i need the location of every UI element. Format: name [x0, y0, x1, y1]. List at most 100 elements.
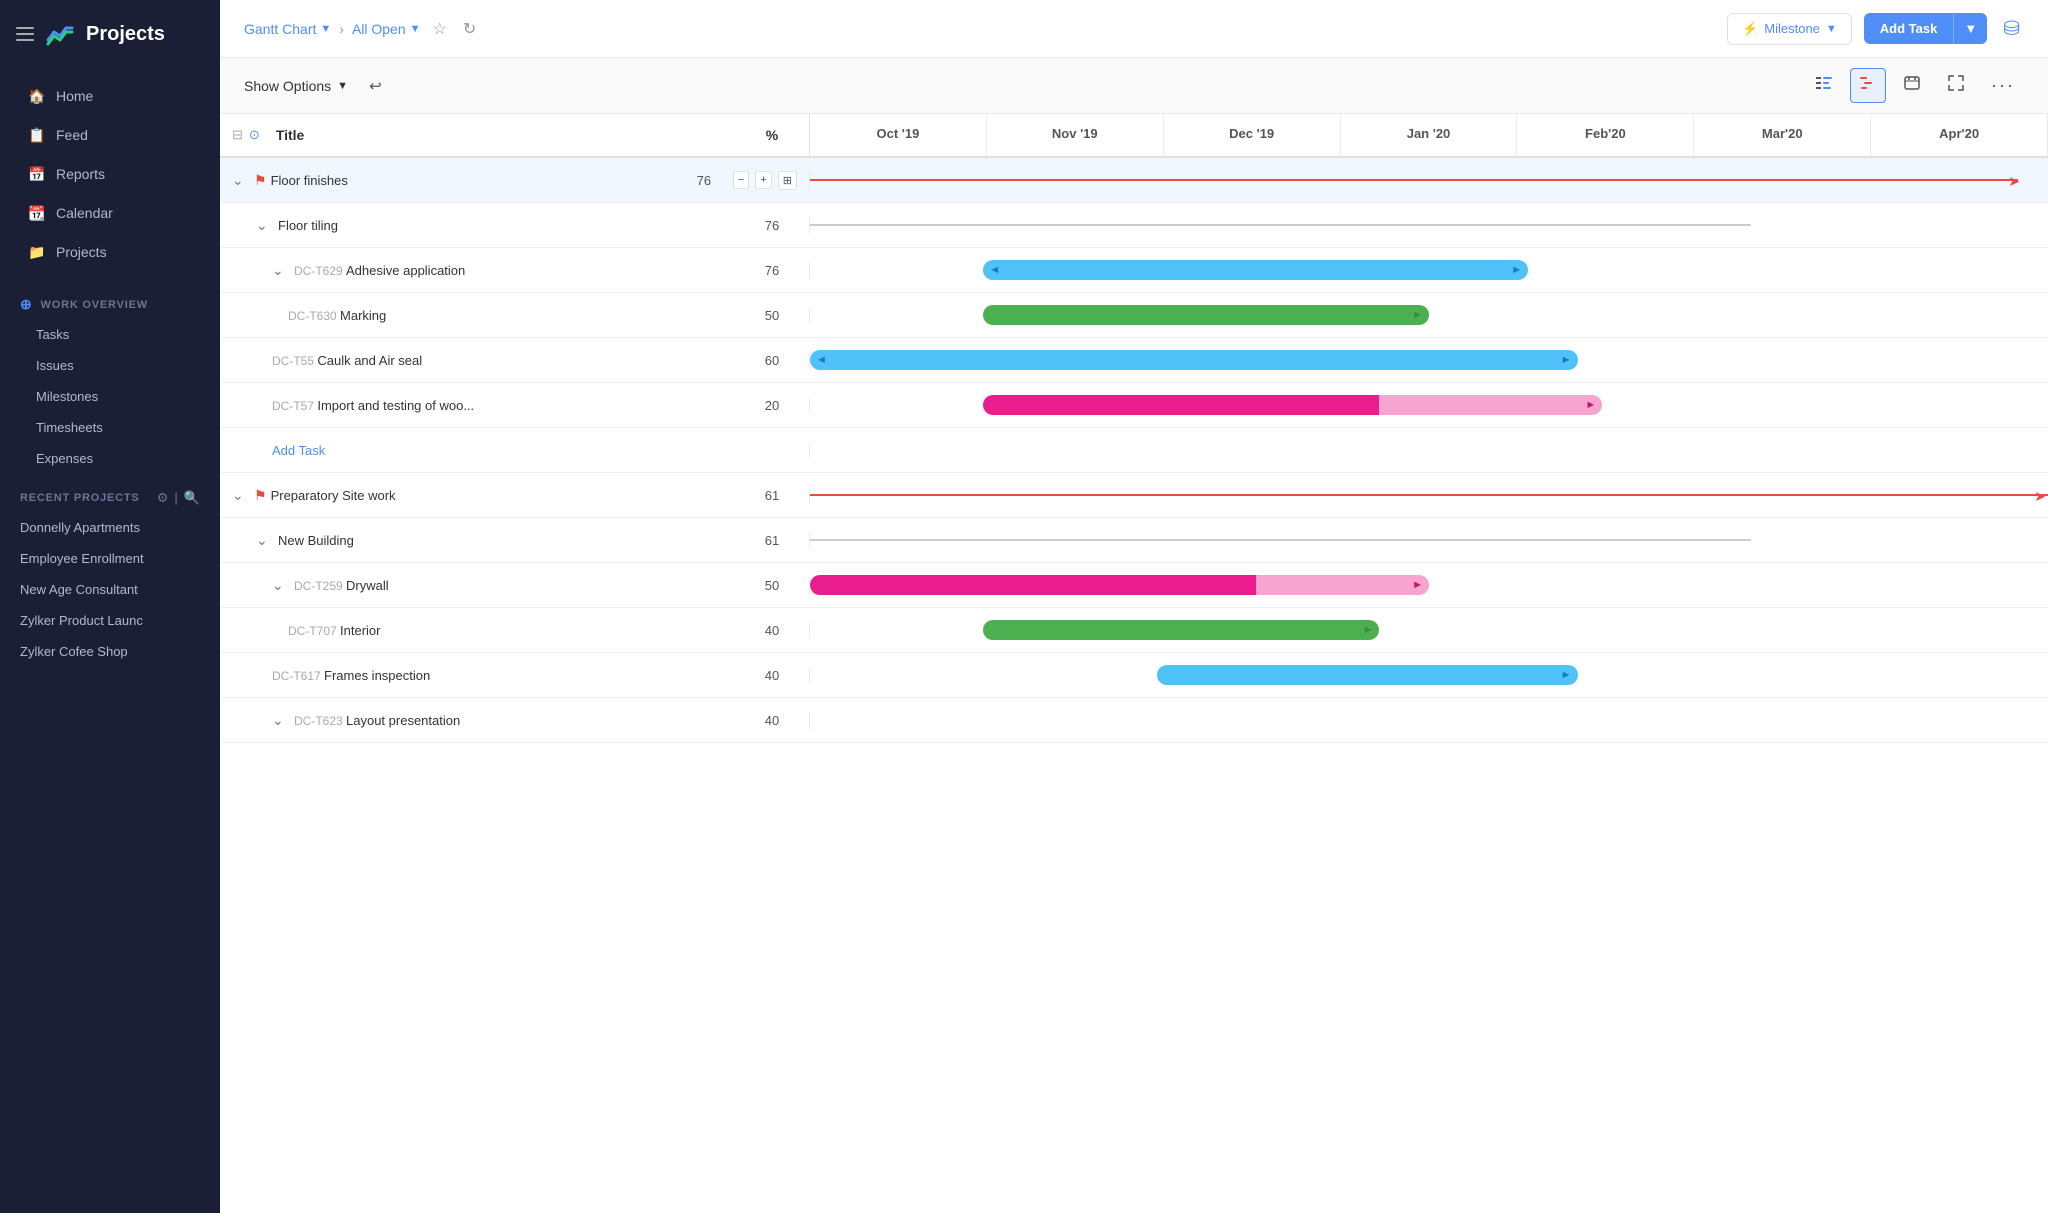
row-chart-dc-t259: ►	[810, 563, 2048, 607]
table-row-add-task[interactable]: Add Task	[220, 428, 2048, 473]
project-item-newage[interactable]: New Age Consultant	[0, 574, 220, 605]
work-overview-section: ⊕ WORK OVERVIEW	[0, 280, 220, 319]
topbar-right: ⚡ Milestone ▼ Add Task ▼ ⛁	[1727, 12, 2024, 45]
row-pct-dc-t259: 50	[747, 578, 797, 593]
sort-icon[interactable]: ⊙	[249, 127, 260, 143]
breadcrumb-allopen[interactable]: All Open ▼	[352, 21, 421, 37]
expand-icon[interactable]: ⌄	[272, 712, 290, 729]
table-row[interactable]: DC-T707 Interior 40 ►	[220, 608, 2048, 653]
row-title-prep-site: Preparatory Site work	[271, 488, 743, 503]
expand-all-icon[interactable]: ⊟	[232, 127, 243, 143]
table-row[interactable]: ⌄ DC-T623 Layout presentation 40	[220, 698, 2048, 743]
project-item-zylker-product[interactable]: Zylker Product Launc	[0, 605, 220, 636]
table-row[interactable]: DC-T57 Import and testing of woo... 20 ►	[220, 383, 2048, 428]
row-expand-btn[interactable]: ⊞	[778, 171, 797, 190]
expand-icon[interactable]: ⌄	[272, 262, 290, 279]
undo-button[interactable]: ↩	[360, 71, 391, 101]
row-left-add-task-1: Add Task	[220, 443, 810, 458]
row-pct-floor-tiling: 76	[747, 218, 797, 233]
milestone-label: Milestone	[1764, 21, 1820, 36]
expand-icon[interactable]: ⌄	[256, 217, 274, 234]
breadcrumb-separator: ›	[339, 21, 344, 37]
row-plus-btn[interactable]: +	[755, 171, 771, 189]
table-row[interactable]: ⌄ DC-T629 Adhesive application 76 ◄ ►	[220, 248, 2048, 293]
row-chart-new-building	[810, 518, 2048, 562]
topbar-left: Gantt Chart ▼ › All Open ▼ ☆ ↻	[244, 15, 480, 43]
hamburger-icon[interactable]	[16, 27, 34, 41]
dropdown-icon[interactable]: ▼	[410, 23, 421, 35]
filter-icon[interactable]: ⚙	[157, 490, 169, 506]
table-row[interactable]: ⌄ DC-T259 Drywall 50 ►	[220, 563, 2048, 608]
row-minus-btn[interactable]: −	[733, 171, 749, 189]
row-pct-dc-t55: 60	[747, 353, 797, 368]
project-item-employee[interactable]: Employee Enrollment	[0, 543, 220, 574]
row-chart-prep-site: ➤	[810, 473, 2048, 517]
table-row[interactable]: ⌄ ⚑ Floor finishes 76 − + ⊞ ➤	[220, 158, 2048, 203]
breadcrumb-gantt[interactable]: Gantt Chart ▼	[244, 21, 331, 37]
table-row[interactable]: DC-T617 Frames inspection 40 ►	[220, 653, 2048, 698]
month-oct19: Oct '19	[810, 114, 987, 156]
expand-icon[interactable]: ⌄	[256, 532, 274, 549]
table-row[interactable]: ⌄ ⚑ Preparatory Site work 61 ➤	[220, 473, 2048, 518]
milestone-button[interactable]: ⚡ Milestone ▼	[1727, 13, 1852, 45]
project-item-zylker-coffee[interactable]: Zylker Cofee Shop	[0, 636, 220, 667]
row-pct-dc-t57: 20	[747, 398, 797, 413]
sidebar-item-expenses[interactable]: Expenses	[0, 443, 220, 474]
project-item-donnelly[interactable]: Donnelly Apartments	[0, 512, 220, 543]
expand-icon[interactable]: ⌄	[232, 487, 250, 504]
month-mar20: Mar'20	[1694, 114, 1871, 156]
sidebar-item-feed[interactable]: 📋 Feed	[8, 116, 212, 154]
row-left-new-building: ⌄ New Building 61	[220, 532, 810, 549]
gantt-container: ⊟ ⊙ Title % Oct '19 Nov '19 Dec '19 Jan …	[220, 114, 2048, 1213]
expand-icon[interactable]: ⌄	[272, 577, 290, 594]
sidebar-item-tasks[interactable]: Tasks	[0, 319, 220, 350]
toolbar: Show Options ▼ ↩ ···	[220, 58, 2048, 114]
add-task-dropdown-icon[interactable]: ▼	[1953, 13, 1987, 44]
table-row[interactable]: ⌄ Floor tiling 76	[220, 203, 2048, 248]
row-chart-add-task	[810, 428, 2048, 472]
sidebar-item-issues[interactable]: Issues	[0, 350, 220, 381]
work-overview-label: WORK OVERVIEW	[41, 299, 148, 311]
logo-icon	[44, 18, 76, 50]
gantt-timeline-header: Oct '19 Nov '19 Dec '19 Jan '20 Feb'20 M…	[810, 114, 2048, 156]
sidebar-item-calendar[interactable]: 📆 Calendar	[8, 194, 212, 232]
list-gantt-view-button[interactable]	[1806, 68, 1842, 103]
add-task-link[interactable]: Add Task	[272, 443, 325, 458]
row-chart-floor-finishes: ➤	[810, 158, 2048, 202]
table-row[interactable]: DC-T55 Caulk and Air seal 60 ◄ ►	[220, 338, 2048, 383]
more-options-button[interactable]: ···	[1982, 69, 2024, 102]
calendar-view-button[interactable]	[1894, 68, 1930, 103]
filter-button[interactable]: ⛁	[1999, 12, 2024, 45]
row-pct-dc-t630: 50	[747, 308, 797, 323]
row-chart-dc-t707: ►	[810, 608, 2048, 652]
gantt-icon	[1859, 74, 1877, 92]
milestone-dropdown-icon[interactable]: ▼	[1826, 23, 1837, 35]
sidebar-item-milestones[interactable]: Milestones	[0, 381, 220, 412]
list-gantt-icon	[1815, 74, 1833, 92]
sidebar-item-reports[interactable]: 📅 Reports	[8, 155, 212, 193]
table-row[interactable]: DC-T630 Marking 50 ►	[220, 293, 2048, 338]
expand-view-button[interactable]	[1938, 68, 1974, 103]
table-row[interactable]: ⌄ New Building 61	[220, 518, 2048, 563]
sidebar-item-projects[interactable]: 📁 Projects	[8, 233, 212, 271]
month-feb20: Feb'20	[1517, 114, 1694, 156]
row-left-prep-site: ⌄ ⚑ Preparatory Site work 61	[220, 487, 810, 504]
toolbar-right: ···	[1806, 68, 2024, 103]
row-title-dc-t259: DC-T259 Drywall	[294, 578, 743, 593]
refresh-button[interactable]: ↻	[459, 15, 480, 43]
dropdown-icon[interactable]: ▼	[320, 23, 331, 35]
sidebar-item-timesheets[interactable]: Timesheets	[0, 412, 220, 443]
row-left-dc-t629: ⌄ DC-T629 Adhesive application 76	[220, 262, 810, 279]
add-task-button[interactable]: Add Task ▼	[1864, 13, 1987, 44]
gantt-view-button[interactable]	[1850, 68, 1886, 103]
favorite-button[interactable]: ☆	[429, 15, 451, 43]
milestone-type-icon-2: ⚑	[254, 487, 267, 504]
recent-project-icons[interactable]: ⚙ | 🔍	[157, 490, 200, 506]
show-options-button[interactable]: Show Options ▼	[244, 78, 348, 94]
search-icon[interactable]: 🔍	[184, 490, 200, 506]
expand-icon[interactable]: ⌄	[232, 172, 250, 189]
month-dec19: Dec '19	[1164, 114, 1341, 156]
sidebar-item-home[interactable]: 🏠 Home	[8, 77, 212, 115]
recent-projects-label: RECENT PROJECTS	[20, 492, 140, 504]
row-title-dc-t630: DC-T630 Marking	[288, 308, 743, 323]
